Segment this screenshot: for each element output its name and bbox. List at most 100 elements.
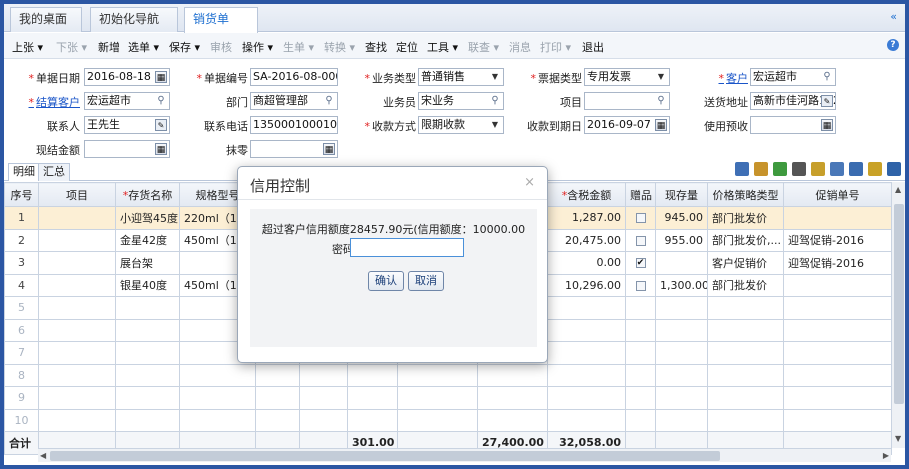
save-icon[interactable] [887, 162, 901, 176]
table-cell[interactable] [547, 341, 626, 365]
table-cell[interactable] [707, 296, 784, 320]
calendar-icon[interactable]: ▦ [155, 71, 167, 83]
table-cell[interactable]: 部门批发价,... [707, 228, 784, 252]
audit-button[interactable]: 审核 [210, 39, 232, 55]
salesman-field[interactable]: 宋业务 ⚲ [418, 92, 504, 110]
scroll-right-icon[interactable]: ▶ [883, 451, 889, 460]
table-cell[interactable] [655, 251, 708, 275]
table-cell[interactable] [477, 363, 548, 387]
table-cell[interactable] [255, 408, 300, 432]
table-cell[interactable] [655, 363, 708, 387]
table-cell[interactable]: 5 [4, 296, 39, 320]
table-cell[interactable]: 部门批发价 [707, 206, 784, 230]
table-cell[interactable] [625, 386, 656, 410]
table-cell[interactable]: 0.00 [547, 251, 626, 275]
table-cell[interactable] [179, 408, 256, 432]
table-cell[interactable]: 6 [4, 318, 39, 342]
table-cell[interactable]: 3 [4, 251, 39, 275]
table-cell[interactable] [625, 273, 656, 297]
prepay-field[interactable]: ▦ [750, 116, 836, 134]
close-icon[interactable]: × [524, 175, 535, 190]
table-cell[interactable] [783, 386, 892, 410]
table-cell[interactable] [38, 363, 116, 387]
tab-summary[interactable]: 汇总 [38, 163, 70, 181]
invoice-type-select[interactable]: 专用发票 ▼ [584, 68, 670, 86]
phone-field[interactable]: 13500010001010 [250, 116, 338, 134]
column-header[interactable]: 序号 [4, 182, 39, 207]
wipe-field[interactable]: ▦ [250, 140, 338, 158]
cash-field[interactable]: ▦ [84, 140, 170, 158]
scroll-down-icon[interactable]: ▼ [895, 434, 901, 443]
table-cell[interactable]: 8 [4, 363, 39, 387]
table-row[interactable]: 9 [4, 386, 892, 410]
gift-checkbox[interactable] [635, 280, 646, 291]
customer-link[interactable]: * 客户 [706, 70, 749, 86]
table-cell[interactable] [783, 273, 892, 297]
exit-button[interactable]: 退出 [582, 39, 604, 55]
search-icon[interactable] [811, 162, 825, 176]
gift-checkbox[interactable]: ✔ [635, 258, 646, 269]
project-field[interactable]: ⚲ [584, 92, 670, 110]
table-cell[interactable] [783, 341, 892, 365]
table-cell[interactable] [625, 408, 656, 432]
column-header[interactable]: 项目 [38, 182, 116, 207]
table-cell[interactable] [38, 341, 116, 365]
ship-addr-field[interactable]: 高新市佳河路102 ✎ [750, 92, 836, 110]
table-cell[interactable] [115, 318, 180, 342]
calculator-icon[interactable]: ▦ [323, 143, 335, 155]
filter-icon[interactable] [849, 162, 863, 176]
table-cell[interactable] [783, 408, 892, 432]
collect-select[interactable]: 限期收款 ▼ [418, 116, 504, 134]
table-cell[interactable]: 2 [4, 228, 39, 252]
gift-checkbox[interactable] [635, 235, 646, 246]
calculator-icon[interactable]: ▦ [155, 143, 167, 155]
table-row[interactable]: 10 [4, 408, 892, 432]
tab-sales-order[interactable]: 销货单 *× [184, 7, 258, 49]
bill-date-field[interactable]: 2016-08-18 ▦ [84, 68, 170, 86]
table-cell[interactable] [397, 386, 478, 410]
dept-field[interactable]: 商超管理部 ⚲ [250, 92, 338, 110]
save-button[interactable]: 保存 ▾ [169, 39, 200, 55]
table-cell[interactable]: 迎驾促销-2016 [783, 251, 892, 275]
table-cell[interactable] [707, 408, 784, 432]
scroll-left-icon[interactable]: ◀ [40, 451, 46, 460]
table-cell[interactable]: 金星42度 [115, 228, 180, 252]
table-cell[interactable] [255, 386, 300, 410]
tools-button[interactable]: 工具 ▾ [427, 39, 458, 55]
gift-checkbox[interactable] [635, 213, 646, 224]
operate-button[interactable]: 操作 ▾ [242, 39, 273, 55]
due-date-field[interactable]: 2016-09-07 ▦ [584, 116, 670, 134]
table-cell[interactable] [299, 386, 348, 410]
table-cell[interactable]: ✔ [625, 251, 656, 275]
help-icon[interactable]: ? [887, 39, 899, 51]
table-cell[interactable] [179, 363, 256, 387]
table-cell[interactable]: 4 [4, 273, 39, 297]
chevron-down-icon[interactable]: ▼ [489, 119, 501, 131]
table-cell[interactable]: 10 [4, 408, 39, 432]
table-cell[interactable] [707, 363, 784, 387]
column-icon[interactable] [830, 162, 844, 176]
table-cell[interactable] [115, 341, 180, 365]
settle-customer-field[interactable]: 宏运超市 ⚲ [84, 92, 170, 110]
table-cell[interactable] [655, 386, 708, 410]
table-cell[interactable] [547, 386, 626, 410]
next-button[interactable]: 下张 ▾ [56, 39, 87, 55]
table-cell[interactable] [625, 296, 656, 320]
table-cell[interactable] [783, 296, 892, 320]
link-query-button[interactable]: 联查 ▾ [468, 39, 499, 55]
table-cell[interactable] [255, 363, 300, 387]
confirm-button[interactable]: 确认 [368, 271, 404, 291]
cancel-button[interactable]: 取消 [408, 271, 444, 291]
table-cell[interactable] [347, 386, 398, 410]
table-cell[interactable] [547, 363, 626, 387]
search-icon[interactable]: ⚲ [821, 71, 833, 83]
prev-button[interactable]: 上张 ▾ [12, 39, 43, 55]
customer-field[interactable]: 宏运超市 ⚲ [750, 68, 836, 86]
table-cell[interactable]: 9 [4, 386, 39, 410]
table-cell[interactable]: 1,300.00 [655, 273, 708, 297]
vertical-scrollbar[interactable]: ▲ ▼ [891, 182, 905, 448]
print-button[interactable]: 打印 ▾ [540, 39, 571, 55]
chevron-down-icon[interactable]: ▼ [655, 71, 667, 83]
table-cell[interactable] [397, 363, 478, 387]
table-cell[interactable] [547, 318, 626, 342]
